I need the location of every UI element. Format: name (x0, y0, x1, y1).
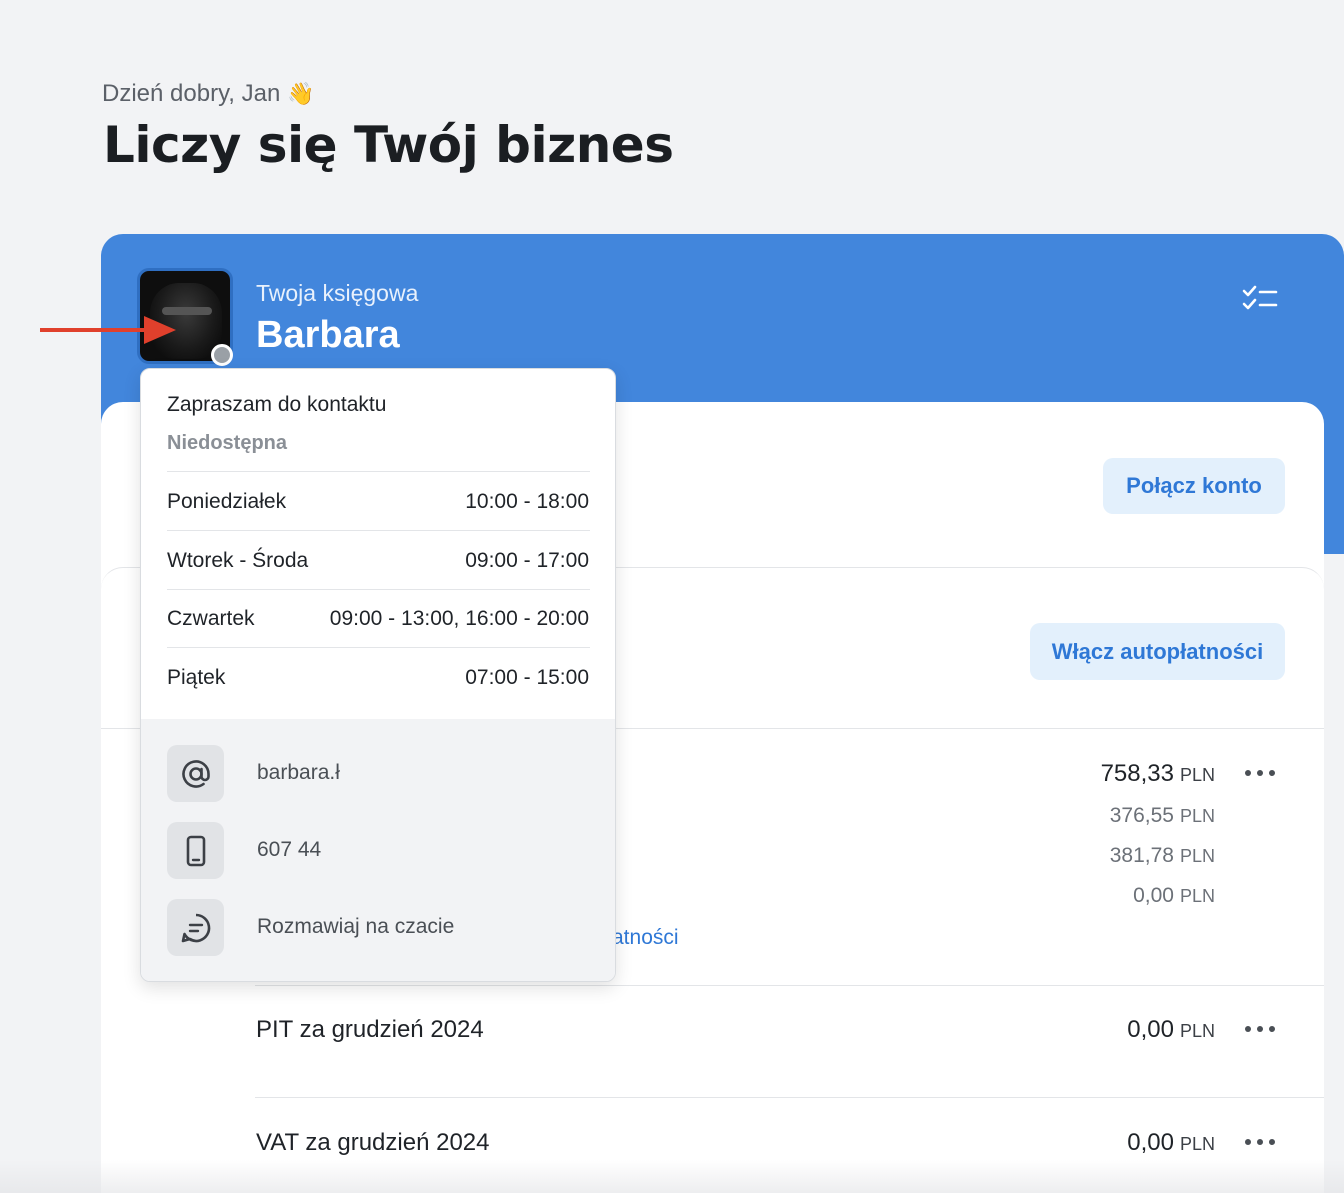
contact-options: barbara.ł 607 44 Rozmawiaj na czacie (141, 719, 615, 981)
amount-value: 381,78 (1109, 844, 1174, 867)
sub-amount: 381,78 PLN (1110, 844, 1215, 868)
payment-row-label: PIT za grudzień 2024 (256, 1016, 484, 1043)
accountant-name: Barbara (256, 314, 400, 356)
schedule-hours: 09:00 - 13:00, 16:00 - 20:00 (329, 607, 589, 630)
amount-value: 0,00 (1127, 1016, 1174, 1043)
contact-popover: Zapraszam do kontaktu Niedostępna Ponied… (140, 368, 616, 982)
sub-amount: 0,00 PLN (1133, 884, 1215, 908)
connect-account-button[interactable]: Połącz konto (1103, 458, 1285, 514)
email-icon[interactable] (167, 745, 224, 802)
total-amount: 758,33 PLN (1101, 760, 1215, 788)
phone-icon[interactable] (167, 822, 224, 879)
more-options-icon[interactable] (1245, 770, 1275, 778)
schedule-hours: 07:00 - 15:00 (465, 666, 589, 689)
amount-currency: PLN (1179, 1021, 1215, 1041)
divider (167, 471, 590, 472)
schedule-hours: 09:00 - 17:00 (465, 549, 589, 572)
divider (167, 647, 590, 648)
payment-row-amount: 0,00 PLN (1127, 1016, 1215, 1044)
more-options-icon[interactable] (1245, 1139, 1275, 1147)
amount-value: 758,33 (1100, 760, 1174, 787)
wave-icon: 👋 (286, 81, 315, 106)
schedule-day: Wtorek - Środa (167, 549, 309, 572)
accountant-role: Twoja księgowa (256, 280, 419, 306)
email-address[interactable]: barbara.ł (257, 761, 340, 785)
schedule-day: Piątek (167, 666, 226, 689)
divider (255, 1097, 1324, 1098)
amount-currency: PLN (1179, 1134, 1215, 1154)
popover-title: Zapraszam do kontaktu (167, 393, 387, 416)
schedule-hours: 10:00 - 18:00 (465, 490, 589, 513)
amount-value: 376,55 (1109, 804, 1174, 827)
schedule-day: Poniedziałek (167, 490, 287, 513)
page-title: Liczy się Twój biznes (103, 116, 674, 174)
phone-number[interactable]: 607 44 (257, 838, 321, 862)
payment-row-amount: 0,00 PLN (1127, 1129, 1215, 1157)
divider (255, 985, 1324, 986)
payment-row-label: VAT za grudzień 2024 (256, 1129, 490, 1156)
payment-link[interactable]: atności (612, 926, 679, 950)
schedule-day: Czwartek (167, 607, 255, 630)
amount-currency: PLN (1179, 806, 1215, 826)
enable-autopay-button[interactable]: Włącz autopłatności (1030, 623, 1285, 680)
chat-link[interactable]: Rozmawiaj na czacie (257, 915, 454, 939)
sub-amount: 376,55 PLN (1110, 804, 1215, 828)
checklist-icon[interactable] (1242, 284, 1278, 312)
more-options-icon[interactable] (1245, 1026, 1275, 1034)
availability-status: Niedostępna (167, 432, 288, 454)
greeting: Dzień dobry, Jan 👋 (102, 80, 314, 108)
greeting-text: Dzień dobry, Jan (102, 80, 281, 107)
amount-currency: PLN (1179, 846, 1215, 866)
amount-currency: PLN (1179, 765, 1215, 785)
amount-currency: PLN (1179, 886, 1215, 906)
amount-value: 0,00 (1133, 884, 1174, 907)
red-arrow-icon (40, 316, 176, 344)
status-indicator (211, 344, 233, 366)
amount-value: 0,00 (1127, 1129, 1174, 1156)
divider (167, 589, 590, 590)
divider (167, 530, 590, 531)
chat-icon[interactable] (167, 899, 224, 956)
